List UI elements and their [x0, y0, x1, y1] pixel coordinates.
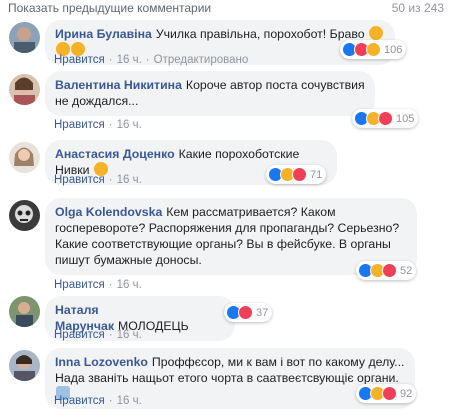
like-button[interactable]: Нравится: [54, 54, 105, 66]
timestamp[interactable]: 16 ч.: [117, 395, 142, 407]
reaction-count: 52: [400, 264, 413, 277]
reactions-badge[interactable]: 92: [356, 384, 417, 403]
love-reaction-icon: [292, 167, 307, 182]
reactions-badge[interactable]: 52: [356, 261, 417, 280]
reactions-badge[interactable]: 37: [224, 303, 273, 322]
love-reaction-icon: [382, 263, 397, 278]
love-reaction-icon: [238, 305, 253, 320]
show-previous-comments-link[interactable]: Показать предыдущие комментарии: [8, 1, 211, 15]
comment-meta: Нравится · 16 ч.: [54, 279, 142, 291]
comment-meta: Нравится · 16 ч.: [54, 329, 142, 341]
timestamp[interactable]: 16 ч.: [117, 279, 142, 291]
comment-count: 50 из 243: [391, 1, 444, 15]
comment-meta: Нравится · 16 ч.: [54, 174, 142, 186]
comment-author[interactable]: Ирина Булавіна: [55, 27, 152, 41]
reaction-count: 37: [256, 306, 269, 319]
comment-author[interactable]: Валентина Никитина: [55, 78, 182, 92]
avatar[interactable]: [9, 350, 40, 381]
comment-author[interactable]: Inna Lozovenko: [55, 355, 148, 369]
timestamp[interactable]: 16 ч.: [117, 329, 142, 341]
reaction-count: 105: [396, 112, 415, 125]
avatar[interactable]: [9, 142, 40, 173]
timestamp[interactable]: 16 ч.: [117, 174, 142, 186]
haha-reaction-icon: [366, 42, 381, 57]
comment-bubble: Валентина Никитина Короче автор поста соч…: [45, 71, 375, 116]
like-button[interactable]: Нравится: [54, 395, 105, 407]
reactions-badge[interactable]: 105: [352, 109, 419, 128]
like-button[interactable]: Нравится: [54, 119, 105, 131]
reaction-count: 92: [400, 387, 413, 400]
comment-meta: Нравится · 16 ч.: [54, 119, 142, 131]
edited-label[interactable]: Отредактировано: [154, 54, 249, 66]
reaction-count: 71: [310, 168, 323, 181]
comment-text: Училка правільна, порохобот! Браво: [155, 27, 365, 41]
avatar[interactable]: [9, 296, 40, 327]
reaction-count: 106: [384, 43, 403, 56]
comment-author[interactable]: Анастасия Доценко: [55, 147, 175, 161]
like-button[interactable]: Нравится: [54, 329, 105, 341]
comment-meta: Нравится · 16 ч. · Отредактировано: [54, 54, 249, 66]
timestamp[interactable]: 16 ч.: [117, 54, 142, 66]
comment-meta: Нравится · 16 ч.: [54, 395, 142, 407]
comment-author[interactable]: Olga Kolendovska: [55, 205, 162, 219]
like-button[interactable]: Нравится: [54, 279, 105, 291]
avatar[interactable]: [9, 74, 40, 105]
reactions-badge[interactable]: 106: [340, 40, 407, 59]
reactions-badge[interactable]: 71: [266, 165, 327, 184]
love-reaction-icon: [378, 111, 393, 126]
love-reaction-icon: [382, 386, 397, 401]
avatar[interactable]: [9, 22, 40, 53]
like-button[interactable]: Нравится: [54, 174, 105, 186]
comments-header: Показать предыдущие комментарии 50 из 24…: [0, 0, 454, 16]
timestamp[interactable]: 16 ч.: [117, 119, 142, 131]
clap-emoji-icon: [369, 26, 384, 40]
avatar[interactable]: [9, 200, 40, 231]
